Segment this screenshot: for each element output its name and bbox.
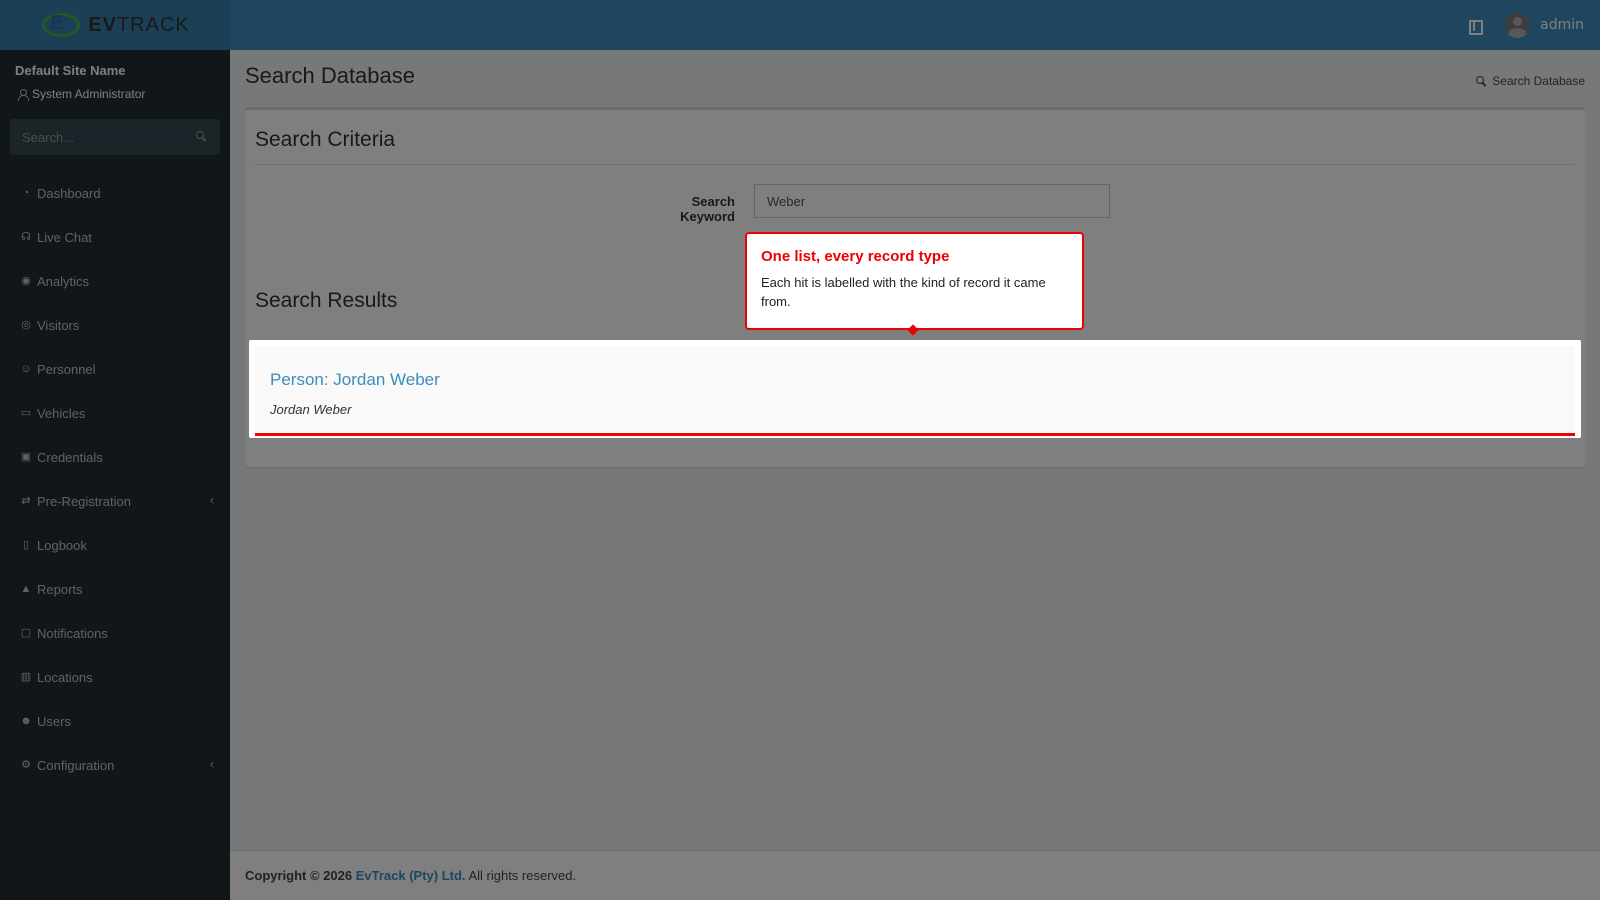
sidebar-menu: ◔ Dashboard ☊ Live Chat ◉ Analytics ◎ Visito… [0,171,230,787]
search-keyword-input[interactable] [754,184,1110,218]
sidebar-item-configuration[interactable]: ⚙ Configuration ‹ [0,743,230,787]
book-icon[interactable] [1467,18,1484,35]
footer: Copyright © 2026 EvTrack (Pty) Ltd. All … [230,850,1600,900]
user-panel: Default Site Name System Administrator [0,50,230,109]
sidebar-item-label: Dashboard [37,185,101,201]
sidebar-item-label: Personnel [37,361,96,377]
result-subtitle: Jordan Weber [270,402,352,417]
sidebar-item-label: Users [37,713,71,729]
avatar [1505,12,1531,38]
brand-logo[interactable]: E EVTRACK [0,0,230,50]
badge-icon: ▣ [20,451,32,463]
chevron-left-icon: ‹ [210,493,214,507]
logo-group: E EVTRACK [40,10,189,40]
rights-text: All rights reserved. [468,868,577,883]
company-link[interactable]: EvTrack (Pty) Ltd. [356,868,466,883]
breadcrumb[interactable]: Search Database [1476,74,1585,88]
copyright-text: Copyright © 2026 [245,868,353,883]
sidebar-search-input[interactable] [22,129,182,145]
arrows-icon: ⇄ [21,495,31,507]
sidebar-item-label: Configuration [37,757,115,773]
target-icon: ◉ [21,275,31,287]
top-navbar: E EVTRACK admin [0,0,1600,50]
user-name: admin [1540,17,1584,33]
sidebar-item-live-chat[interactable]: ☊ Live Chat [0,215,230,259]
sidebar-item-credentials[interactable]: ▣ Credentials [0,435,230,479]
results-title: Search Results [255,289,398,312]
sidebar-item-label: Vehicles [37,405,86,421]
sidebar-item-users[interactable]: ☻ Users [0,699,230,743]
user-menu[interactable]: admin [1505,12,1584,38]
page-title: Search Database [245,63,415,88]
sidebar-item-label: Analytics [37,273,90,289]
site-name: Default Site Name [15,63,126,78]
sidebar-item-personnel[interactable]: ☺ Personnel [0,347,230,391]
sidebar-item-visitors[interactable]: ◎ Visitors [0,303,230,347]
chart-icon: ▲ [20,583,32,595]
headset-icon: ☊ [21,231,31,243]
tooltip-title: One list, every record type [761,248,950,265]
personnel-icon: ☺ [20,363,32,375]
navbar-right: admin [1467,0,1584,50]
person-icon [18,88,29,101]
brand-name: EVTRACK [88,13,190,36]
logo-mark-icon: E [40,10,84,40]
car-icon: ▭ [20,407,32,419]
map-icon: ▥ [20,671,32,683]
sidebar-item-pre-registration[interactable]: ⇄ Pre-Registration ‹ [0,479,230,523]
sidebar-item-label: Pre-Registration [37,493,131,509]
sidebar-search [10,119,220,155]
sidebar-item-reports[interactable]: ▲ Reports [0,567,230,611]
gear-icon: ⚙ [21,759,31,771]
sidebar-item-label: Notifications [37,625,108,641]
dashboard-icon: ◔ [22,187,30,199]
divider [255,164,1575,165]
sidebar-item-label: Locations [37,669,93,685]
book-icon: ▯ [22,539,30,551]
breadcrumb-label: Search Database [1492,74,1585,88]
sidebar-item-label: Reports [37,581,83,597]
sidebar-item-label: Visitors [37,317,80,333]
highlight-underline [255,433,1575,436]
tour-tooltip: One list, every record type Each hit is … [745,232,1084,336]
search-icon [1476,76,1486,86]
sidebar-item-label: Credentials [37,449,103,465]
tooltip-body: Each hit is labelled with the kind of re… [761,275,1046,309]
user-role: System Administrator [15,87,215,101]
sidebar-item-label: Live Chat [37,229,92,245]
chat-icon: ▢ [20,627,32,639]
sidebar-item-label: Logbook [37,537,87,553]
result-item: Person: Jordan Weber Jordan Weber [255,346,1575,432]
search-icon[interactable] [196,131,206,141]
sidebar-item-analytics[interactable]: ◉ Analytics [0,259,230,303]
user-role-label: System Administrator [32,87,146,101]
sidebar-item-locations[interactable]: ▥ Locations [0,655,230,699]
sidebar-item-logbook[interactable]: ▯ Logbook [0,523,230,567]
sidebar: Default Site Name System Administrator ◔… [0,50,230,900]
result-title-link[interactable]: Person: Jordan Weber [270,370,440,390]
criteria-title: Search Criteria [255,128,396,151]
sidebar-item-dashboard[interactable]: ◔ Dashboard [0,171,230,215]
user-gear-icon: ☻ [20,715,32,727]
main-content: Search Database Search Database Search C… [230,50,1600,850]
sidebar-item-vehicles[interactable]: ▭ Vehicles [0,391,230,435]
search-result-card: Person: Jordan Weber Jordan Weber [249,340,1581,438]
keyword-label: Search Keyword [680,194,735,224]
chevron-left-icon: ‹ [210,757,214,771]
eye-icon: ◎ [21,319,31,331]
sidebar-item-notifications[interactable]: ▢ Notifications [0,611,230,655]
